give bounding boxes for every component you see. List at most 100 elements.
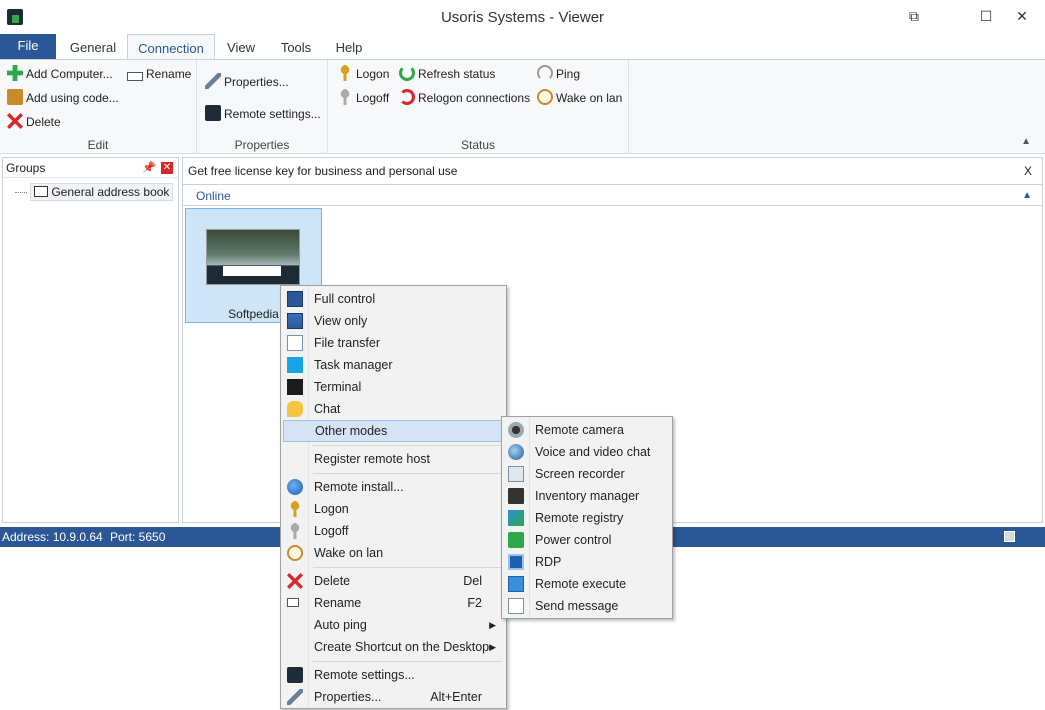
menu-item-full-control[interactable]: Full control (283, 288, 504, 310)
terminal-icon (287, 379, 303, 395)
add-using-code-button[interactable]: Add using code... (7, 88, 119, 108)
menu-item-logon[interactable]: Logon (283, 498, 504, 520)
file-transfer-icon (287, 335, 303, 351)
maximize-button[interactable]: ☐ (971, 5, 1001, 27)
ping-icon (537, 65, 553, 81)
ribbon-group-status: Logon Logoff Refresh status Relogon conn… (328, 60, 629, 154)
refresh-icon (399, 65, 415, 81)
menu-item-inventory-manager[interactable]: Inventory manager (504, 485, 670, 507)
close-icon[interactable]: ✕ (161, 162, 173, 174)
tab-general[interactable]: General (64, 34, 122, 60)
delete-icon (7, 113, 23, 129)
screen-thumbnail (206, 229, 300, 285)
tree-item-label: General address book (51, 185, 170, 199)
key-gray-icon (337, 89, 353, 105)
tab-help[interactable]: Help (329, 34, 369, 60)
logoff-label: Logoff (356, 91, 390, 105)
tree-item-general-address-book[interactable]: General address book (15, 183, 174, 201)
inventory-icon (508, 488, 524, 504)
menu-item-remote-install[interactable]: Remote install... (283, 476, 504, 498)
ribbon-group-edit: Add Computer... Rename Add using code...… (0, 60, 197, 154)
monitor-icon (205, 105, 221, 121)
chevron-up-icon[interactable]: ▲ (1021, 136, 1031, 147)
menu-item-remote-camera[interactable]: Remote camera (504, 419, 670, 441)
menu-item-delete[interactable]: Delete Del (283, 570, 504, 592)
refresh-status-button[interactable]: Refresh status (399, 64, 495, 84)
banner-text: Get free license key for business and pe… (188, 164, 458, 178)
ribbon-group-properties: Properties... Remote settings... Propert… (197, 60, 328, 154)
pin-icon[interactable]: 📌 (142, 161, 156, 174)
menu-item-chat[interactable]: Chat (283, 398, 504, 420)
delete-label: Delete (26, 115, 61, 129)
rename-button[interactable]: Rename (127, 64, 191, 84)
tab-view[interactable]: View (220, 34, 262, 60)
group-label-properties: Properties (234, 138, 290, 152)
menu-item-rename[interactable]: Rename F2 (283, 592, 504, 614)
menu-item-create-shortcut[interactable]: Create Shortcut on the Desktop ▶ (283, 636, 504, 658)
menu-item-terminal[interactable]: Terminal (283, 376, 504, 398)
menu-item-rdp[interactable]: RDP (504, 551, 670, 573)
rename-icon (127, 72, 143, 81)
menu-item-view-only[interactable]: View only (283, 310, 504, 332)
properties-button[interactable]: Properties... (205, 72, 289, 92)
menu-item-properties[interactable]: Properties... Alt+Enter (283, 686, 504, 708)
add-icon (7, 65, 23, 81)
menu-item-remote-registry[interactable]: Remote registry (504, 507, 670, 529)
logoff-button[interactable]: Logoff (337, 88, 389, 108)
laptop-icon (34, 186, 49, 197)
address-text: Address: 10.9.0.64 (2, 530, 103, 544)
add-computer-button[interactable]: Add Computer... (7, 64, 113, 84)
ping-button[interactable]: Ping (537, 64, 580, 84)
menu-item-power-control[interactable]: Power control (504, 529, 670, 551)
ribbon-tabs: File General Connection View Tools Help (0, 34, 1045, 60)
rename-shortcut: F2 (467, 596, 482, 610)
menu-item-screen-recorder[interactable]: Screen recorder (504, 463, 670, 485)
group-label-status: Status (460, 138, 496, 152)
camera-icon (508, 422, 524, 438)
delete-button[interactable]: Delete (7, 112, 61, 132)
menu-item-register-remote-host[interactable]: Register remote host (283, 448, 504, 470)
full-control-icon (287, 291, 303, 307)
chevron-up-icon[interactable]: ▲ (1022, 190, 1032, 201)
close-window-button[interactable]: ✕ (1007, 5, 1037, 27)
menu-item-other-modes[interactable]: Other modes (283, 420, 504, 442)
relogon-connections-button[interactable]: Relogon connections (399, 88, 530, 108)
title-bar: Usoris Systems - Viewer ⧉ ☐ ✕ (0, 0, 1045, 34)
wrench-icon (205, 73, 221, 89)
menu-item-task-manager[interactable]: Task manager (283, 354, 504, 376)
tab-file[interactable]: File (0, 34, 56, 60)
tab-tools[interactable]: Tools (274, 34, 318, 60)
add-computer-label: Add Computer... (26, 67, 113, 81)
properties-shortcut: Alt+Enter (430, 690, 482, 704)
section-online-label: Online (196, 189, 231, 203)
rename-icon (287, 598, 299, 607)
menu-item-file-transfer[interactable]: File transfer (283, 332, 504, 354)
menu-item-voice-video-chat[interactable]: Voice and video chat (504, 441, 670, 463)
banner-close-button[interactable]: X (1024, 158, 1032, 185)
menu-item-remote-execute[interactable]: Remote execute (504, 573, 670, 595)
menu-item-auto-ping[interactable]: Auto ping ▶ (283, 614, 504, 636)
message-icon (508, 598, 524, 614)
menu-item-remote-settings[interactable]: Remote settings... (283, 664, 504, 686)
ping-label: Ping (556, 67, 581, 81)
remote-settings-label: Remote settings... (224, 107, 321, 121)
key-icon (287, 501, 303, 517)
menu-item-wake-on-lan[interactable]: Wake on lan (283, 542, 504, 564)
context-menu: Full control View only File transfer Tas… (280, 285, 507, 709)
submenu-arrow-icon: ▶ (489, 620, 496, 630)
status-icon[interactable] (1004, 531, 1015, 542)
remote-settings-button[interactable]: Remote settings... (205, 104, 321, 124)
globe-icon (287, 479, 303, 495)
menu-item-send-message[interactable]: Send message (504, 595, 670, 617)
clipboard-icon (7, 89, 23, 105)
clock-icon (537, 89, 553, 105)
wake-on-lan-button[interactable]: Wake on lan (537, 88, 622, 108)
voice-chat-icon (508, 444, 524, 460)
license-banner: Get free license key for business and pe… (183, 158, 1042, 185)
logon-button[interactable]: Logon (337, 64, 389, 84)
tab-connection[interactable]: Connection (127, 34, 215, 60)
key-icon (337, 65, 353, 81)
screen-recorder-icon (508, 466, 524, 482)
menu-item-logoff[interactable]: Logoff (283, 520, 504, 542)
restore-window-button[interactable]: ⧉ (899, 5, 929, 27)
